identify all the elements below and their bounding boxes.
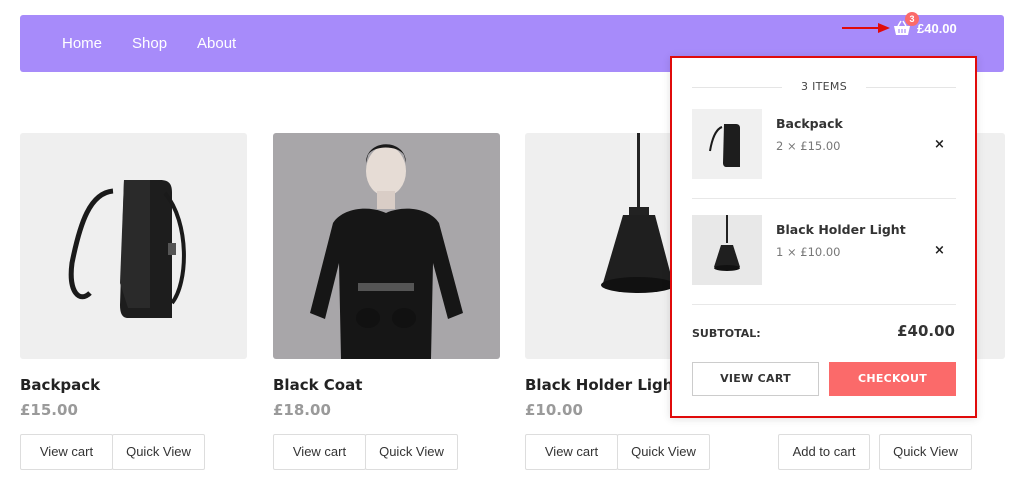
quick-view-button[interactable]: Quick View (879, 434, 972, 470)
product-name[interactable]: Backpack (20, 376, 100, 394)
product-price: £18.00 (273, 401, 331, 419)
annotation-arrow-icon (842, 23, 890, 33)
view-cart-button[interactable]: VIEW CART (692, 362, 819, 396)
product-image-black-coat[interactable] (273, 133, 500, 359)
view-cart-button[interactable]: View cart (20, 434, 113, 470)
mini-cart-dropdown: 3 ITEMS Backpack 2 × £15.00 × Black Hold… (670, 56, 977, 418)
subtotal-value: £40.00 (897, 322, 955, 340)
product-name[interactable]: Black Holder Light (525, 376, 681, 394)
subtotal-label: SUBTOTAL: (692, 327, 761, 340)
product-card: Black Coat £18.00 View cart Quick View (273, 133, 500, 470)
product-price: £15.00 (20, 401, 78, 419)
cart-item-thumbnail[interactable] (692, 215, 762, 285)
quick-view-button[interactable]: Quick View (365, 434, 458, 470)
divider (692, 304, 956, 305)
quick-view-button[interactable]: Quick View (112, 434, 205, 470)
cart-item-quantity: 1 × £10.00 (776, 245, 841, 259)
remove-item-button[interactable]: × (934, 137, 945, 152)
checkout-button[interactable]: CHECKOUT (829, 362, 956, 396)
nav-shop-link[interactable]: Shop (132, 35, 167, 52)
divider (692, 198, 956, 199)
nav-home-link[interactable]: Home (62, 35, 102, 52)
cart-item-name[interactable]: Black Holder Light (776, 222, 906, 237)
cart-total-link[interactable]: £40.00 (917, 21, 957, 36)
remove-item-button[interactable]: × (934, 243, 945, 258)
view-cart-button[interactable]: View cart (273, 434, 366, 470)
add-to-cart-button[interactable]: Add to cart (778, 434, 870, 470)
product-image-backpack[interactable] (20, 133, 247, 359)
cart-item-thumbnail[interactable] (692, 109, 762, 179)
nav-about-link[interactable]: About (197, 35, 236, 52)
product-name[interactable]: Black Coat (273, 376, 362, 394)
product-card: Backpack £15.00 View cart Quick View (20, 133, 247, 470)
view-cart-button[interactable]: View cart (525, 434, 618, 470)
cart-items-count: 3 ITEMS (692, 80, 956, 93)
product-price: £10.00 (525, 401, 583, 419)
cart-item-quantity: 2 × £15.00 (776, 139, 841, 153)
cart-item-name[interactable]: Backpack (776, 116, 843, 131)
quick-view-button[interactable]: Quick View (617, 434, 710, 470)
